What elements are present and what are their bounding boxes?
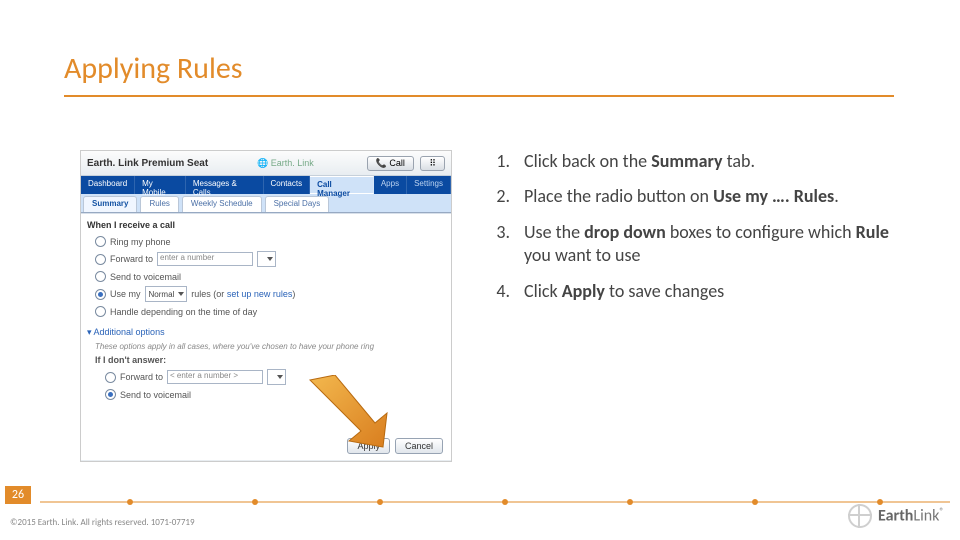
- forward-option-select[interactable]: [257, 251, 276, 267]
- tab-rules[interactable]: Rules: [140, 196, 178, 212]
- forward-number-input[interactable]: enter a number: [157, 252, 253, 266]
- instruction-text: Click back on the Summary tab.: [524, 150, 900, 173]
- tab-special[interactable]: Special Days: [265, 196, 330, 212]
- label-forward-to-2: Forward to: [120, 372, 163, 382]
- nav-dashboard[interactable]: Dashboard: [81, 176, 135, 194]
- additional-options-toggle[interactable]: ▾ Additional options: [87, 327, 165, 338]
- footer-divider: [10, 494, 950, 496]
- radio-forward-to[interactable]: [95, 254, 106, 265]
- instruction-number: 2.: [480, 185, 524, 208]
- label-forward-to: Forward to: [110, 254, 153, 264]
- if-dont-answer-label: If I don't answer:: [95, 355, 166, 365]
- nav-my-mobile[interactable]: My Mobile: [135, 176, 186, 194]
- radio-forward-to-2[interactable]: [105, 372, 116, 383]
- label-send-voicemail-2: Send to voicemail: [120, 390, 191, 400]
- app-navbar: Dashboard My Mobile Messages & Calls Con…: [81, 176, 451, 194]
- forward-number-input-2[interactable]: < enter a number >: [167, 370, 263, 384]
- instruction-number: 3.: [480, 221, 524, 268]
- rules-select[interactable]: Normal: [145, 286, 188, 302]
- instruction-number: 1.: [480, 150, 524, 173]
- cancel-button[interactable]: Cancel: [395, 438, 443, 454]
- label-use-my: Use my: [110, 289, 141, 299]
- label-ring-my-phone: Ring my phone: [110, 237, 171, 247]
- set-up-rules-link[interactable]: set up new rules: [227, 289, 293, 299]
- apply-button[interactable]: Apply: [347, 438, 390, 454]
- instruction-number: 4.: [480, 280, 524, 303]
- radio-use-my-rules[interactable]: [95, 289, 106, 300]
- additional-note: These options apply in all cases, where …: [81, 340, 451, 353]
- rules-link-text: rules (or set up new rules): [191, 289, 295, 299]
- keypad-button[interactable]: ⠿: [420, 156, 445, 171]
- nav-apps[interactable]: Apps: [374, 176, 407, 194]
- radio-ring-my-phone[interactable]: [95, 236, 106, 247]
- footer-logo: EarthLink®: [848, 504, 944, 528]
- nav-settings[interactable]: Settings: [407, 176, 451, 194]
- copyright: ©2015 Earth. Link. All rights reserved. …: [10, 517, 195, 528]
- instruction-item: 4. Click Apply to save changes: [480, 280, 900, 303]
- instruction-item: 1. Click back on the Summary tab.: [480, 150, 900, 173]
- radio-send-voicemail-2[interactable]: [105, 389, 116, 400]
- radio-send-voicemail[interactable]: [95, 271, 106, 282]
- title-underline: [64, 95, 894, 97]
- app-subtabs: Summary Rules Weekly Schedule Special Da…: [81, 194, 451, 213]
- tab-weekly[interactable]: Weekly Schedule: [182, 196, 262, 212]
- app-logo-mini: 🌐 Earth. Link: [257, 158, 314, 169]
- label-send-voicemail: Send to voicemail: [110, 272, 181, 282]
- instruction-item: 2. Place the radio button on Use my …. R…: [480, 185, 900, 208]
- instruction-text: Use the drop down boxes to configure whi…: [524, 221, 900, 268]
- radio-handle-time-of-day[interactable]: [95, 306, 106, 317]
- nav-messages[interactable]: Messages & Calls: [186, 176, 264, 194]
- app-screenshot: Earth. Link Premium Seat 🌐 Earth. Link 📞…: [80, 150, 452, 462]
- instruction-text: Place the radio button on Use my …. Rule…: [524, 185, 900, 208]
- call-button[interactable]: 📞 Call: [367, 156, 414, 171]
- app-topbar: Earth. Link Premium Seat 🌐 Earth. Link 📞…: [81, 151, 451, 176]
- instruction-list: 1. Click back on the Summary tab. 2. Pla…: [480, 150, 900, 315]
- forward-option-select-2[interactable]: [267, 369, 286, 385]
- app-brand: Earth. Link Premium Seat: [87, 158, 208, 169]
- call-panel: When I receive a call Ring my phone Forw…: [81, 213, 451, 460]
- globe-icon: [848, 504, 872, 528]
- page-title: Applying Rules: [64, 50, 243, 87]
- tab-summary[interactable]: Summary: [83, 196, 137, 212]
- nav-call-manager[interactable]: Call Manager: [310, 176, 374, 194]
- nav-contacts[interactable]: Contacts: [264, 176, 311, 194]
- instruction-text: Click Apply to save changes: [524, 280, 900, 303]
- label-handle-time-of-day: Handle depending on the time of day: [110, 307, 257, 317]
- instruction-item: 3. Use the drop down boxes to configure …: [480, 221, 900, 268]
- panel-heading: When I receive a call: [81, 214, 451, 234]
